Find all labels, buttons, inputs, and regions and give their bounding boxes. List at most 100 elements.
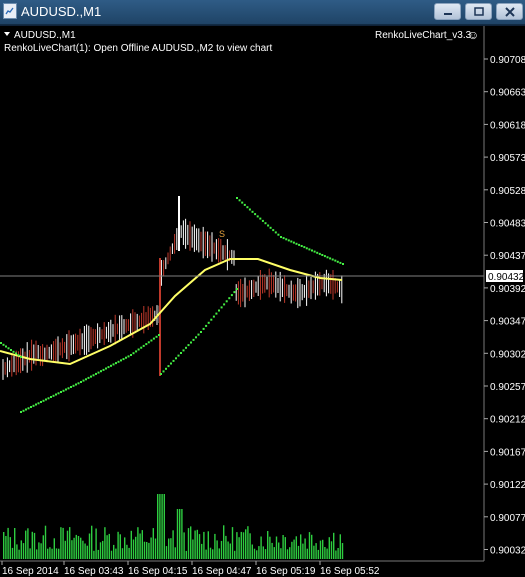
envelope-dot	[311, 249, 313, 252]
envelope-dot	[27, 407, 30, 410]
volume-bar	[236, 532, 238, 559]
envelope-dot	[135, 350, 138, 353]
volume-bar	[319, 540, 322, 559]
volume-bar	[16, 544, 18, 559]
time-label: 16 Sep 2014	[2, 566, 59, 577]
collapse-triangle-icon[interactable]	[4, 32, 10, 36]
envelope-dot	[167, 365, 170, 368]
envelope-dot	[5, 345, 7, 348]
envelope-dot	[125, 356, 127, 359]
envelope-dot	[254, 213, 257, 216]
volume-bar	[66, 530, 69, 559]
volume-bar	[258, 546, 260, 559]
envelope-dot	[300, 245, 303, 247]
volume-bar	[86, 545, 88, 559]
minimize-button[interactable]	[434, 3, 461, 20]
price-label: 0.90212	[490, 415, 525, 426]
volume-bar	[304, 538, 306, 559]
volume-bar	[159, 494, 161, 559]
volume-bar	[124, 537, 126, 559]
volume-bar	[53, 538, 55, 559]
volume-bar	[293, 539, 295, 559]
volume-bar	[104, 527, 106, 559]
time-label: 16 Sep 05:19	[256, 566, 316, 577]
volume-bar	[264, 549, 267, 559]
volume-bar	[207, 531, 209, 559]
volume-bar	[187, 528, 190, 559]
volume-bar	[170, 538, 172, 559]
envelope-dot	[132, 352, 135, 355]
envelope-dot	[120, 359, 122, 362]
volume-bar	[234, 550, 236, 559]
maximize-button[interactable]	[465, 3, 492, 20]
volume-bar	[190, 526, 192, 559]
volume-bar	[289, 547, 291, 559]
volume-bar	[308, 532, 311, 559]
envelope-dot	[75, 383, 77, 386]
volume-bar	[238, 537, 240, 559]
envelope-dot	[152, 337, 155, 340]
envelope-dot	[162, 370, 165, 373]
volume-bar	[278, 542, 280, 559]
volume-bar	[328, 537, 330, 559]
envelope-dot	[142, 344, 145, 347]
price-label: 0.90528	[490, 186, 525, 197]
volume-bar	[73, 537, 75, 559]
volume-bar	[20, 540, 22, 559]
volume-bar	[194, 530, 196, 559]
window-title: AUDUSD.,M1	[21, 4, 102, 19]
volume-bar	[172, 530, 174, 559]
volume-bar	[113, 544, 115, 559]
envelope-dot	[30, 406, 32, 408]
volume-bar	[201, 543, 203, 559]
envelope-dot	[251, 210, 254, 213]
volume-bar	[297, 545, 300, 559]
envelope-dot	[243, 203, 246, 206]
volume-bar	[176, 509, 179, 559]
volume-bar	[152, 528, 154, 559]
volume-bar	[18, 549, 20, 559]
envelope-dot	[336, 260, 339, 263]
envelope-dot	[155, 335, 158, 338]
envelope-dot	[180, 352, 182, 354]
volume-bar	[300, 534, 302, 559]
volume-bar	[284, 537, 286, 559]
envelope-dot	[210, 318, 213, 321]
volume-bar	[22, 543, 25, 559]
volume-bar	[313, 545, 315, 559]
volume-bar	[25, 530, 27, 559]
envelope-dot	[292, 241, 295, 244]
volume-bar	[311, 534, 313, 559]
envelope-dot	[190, 341, 192, 344]
volume-bar	[71, 540, 73, 559]
envelope-dot	[32, 404, 35, 407]
close-button[interactable]	[496, 3, 523, 20]
envelope-dot	[303, 246, 306, 249]
envelope-dots	[0, 197, 344, 413]
volume-bar	[209, 547, 212, 559]
envelope-dot	[192, 338, 195, 341]
chart-icon	[3, 3, 17, 19]
time-label: 16 Sep 05:52	[320, 566, 380, 577]
volume-bar	[119, 534, 121, 559]
envelope-dot	[7, 347, 10, 350]
volume-bar	[220, 540, 223, 559]
volume-bar	[212, 549, 214, 559]
envelope-dot	[290, 240, 293, 243]
title-bar[interactable]: AUDUSD.,M1	[0, 0, 525, 25]
volume-bar	[273, 547, 275, 559]
volume-bar	[150, 537, 152, 559]
volume-bar	[174, 547, 176, 559]
price-chart[interactable]: AUDUSD.,M1 RenkoLiveChart(1): Open Offli…	[0, 26, 525, 577]
volume-bar	[324, 547, 326, 559]
envelope-dot	[177, 354, 180, 357]
envelope-dot	[35, 403, 37, 406]
minimize-icon	[444, 13, 452, 15]
restore-icon	[474, 7, 484, 16]
signal-marker: S	[219, 229, 225, 239]
time-label: 16 Sep 04:15	[128, 566, 188, 577]
volume-bar	[102, 540, 104, 559]
volume-bar	[139, 533, 141, 559]
envelope-dot	[127, 355, 130, 358]
volume-bar	[306, 548, 308, 559]
